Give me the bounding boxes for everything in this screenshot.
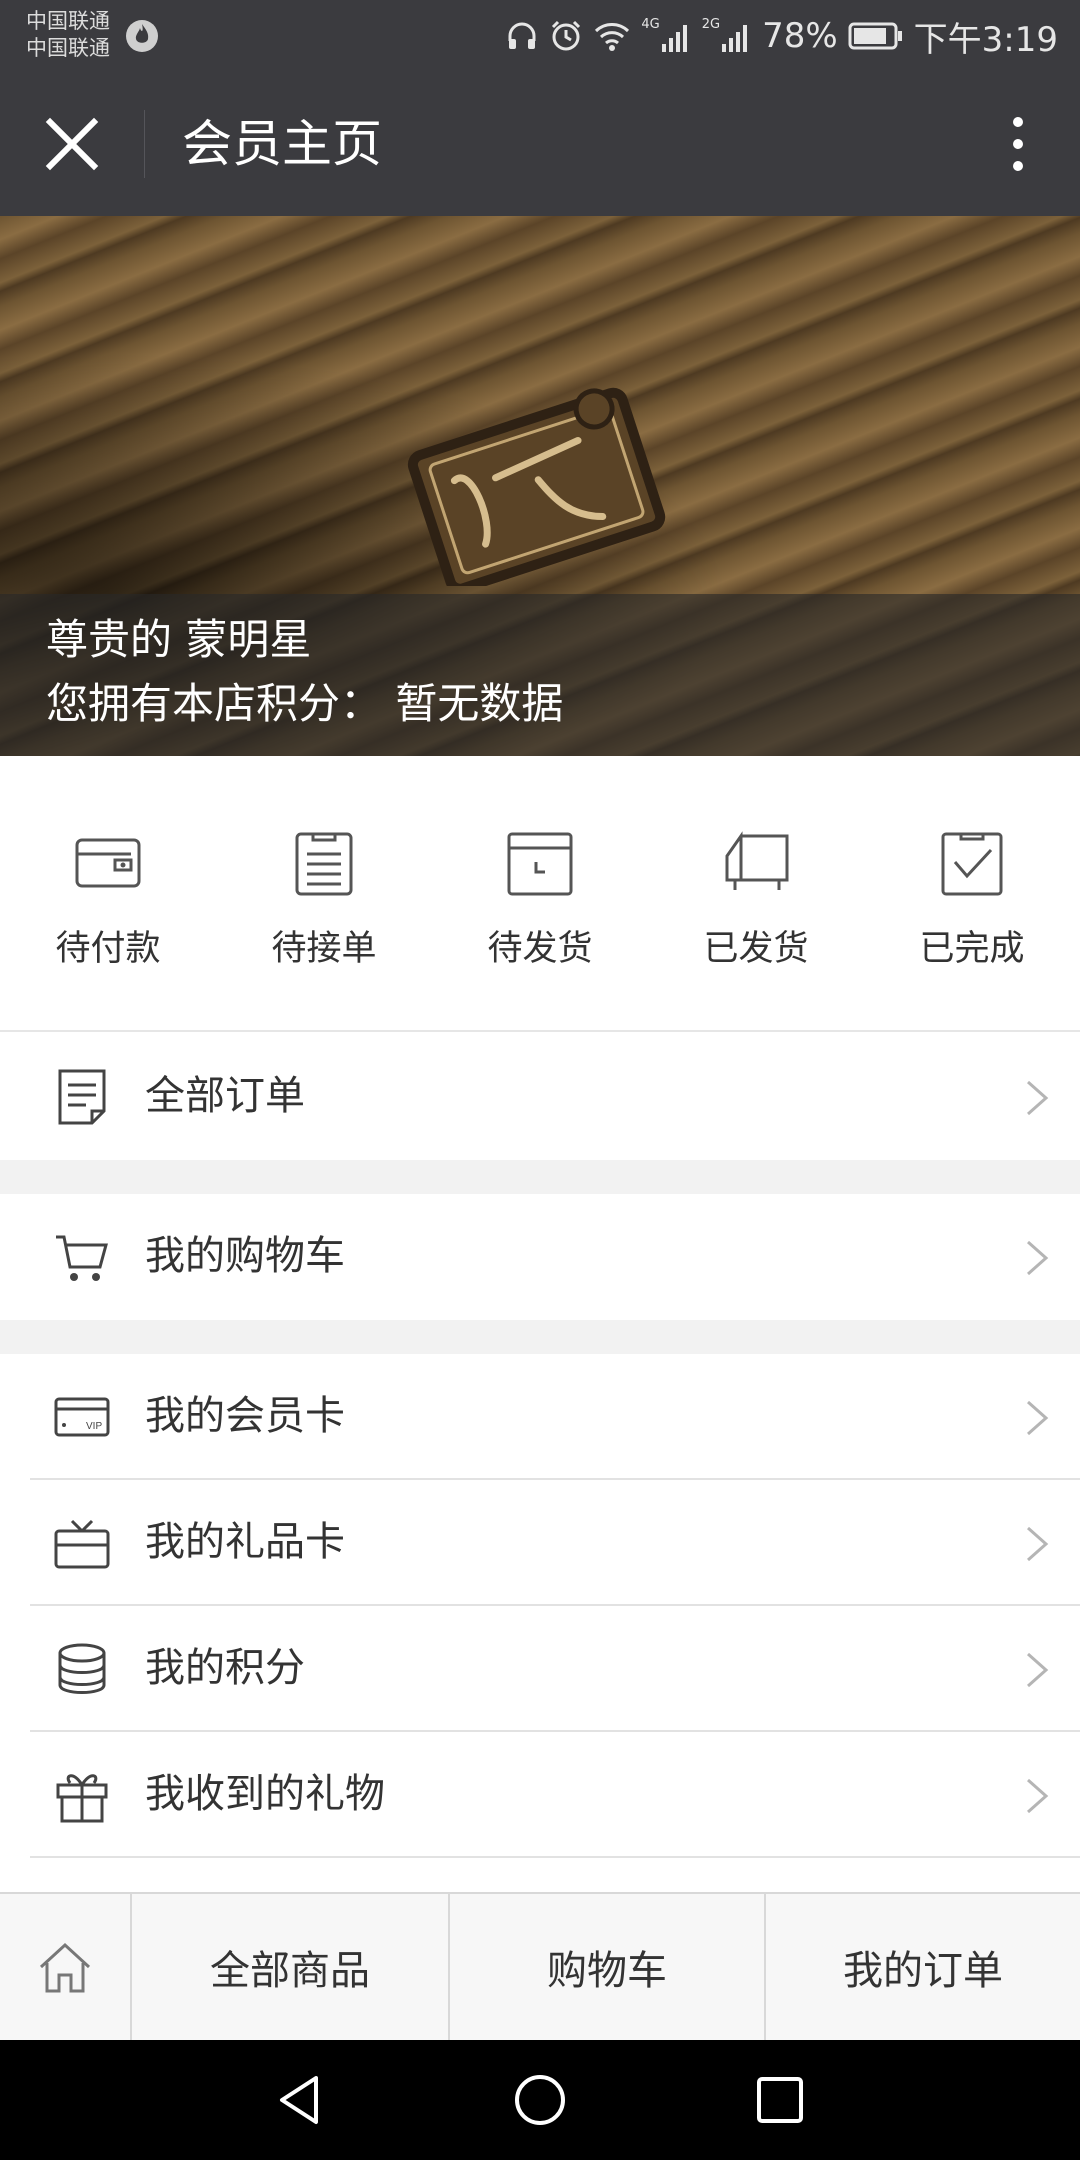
- network-4g-label: 4G: [641, 16, 660, 32]
- menu-received-gifts[interactable]: 我收到的礼物: [0, 1732, 1080, 1858]
- menu-member-card[interactable]: VIP 我的会员卡: [0, 1354, 1080, 1480]
- flame-icon: [126, 20, 158, 52]
- chevron-right-icon: [1027, 1778, 1049, 1814]
- member-points: 您拥有本店积分： 暂无数据: [46, 679, 564, 728]
- cart-icon: [56, 1235, 108, 1281]
- section-gap: [0, 1320, 1080, 1354]
- menu-points[interactable]: 我的积分: [0, 1606, 1080, 1732]
- home-nav-icon[interactable]: [510, 2070, 570, 2130]
- order-status-label: 已发货: [703, 929, 809, 969]
- tab-my-orders[interactable]: 我的订单: [764, 1894, 1080, 2040]
- wifi-icon: [595, 23, 630, 51]
- chevron-right-icon: [1027, 1080, 1049, 1116]
- tab-home[interactable]: [0, 1894, 130, 2040]
- close-icon[interactable]: [40, 112, 104, 176]
- row-divider: [30, 1856, 1080, 1858]
- status-indicators: 4G 2G 78% 下午3:19: [505, 0, 1058, 72]
- more-menu-icon[interactable]: [990, 112, 1046, 176]
- carrier-2: 中国联通: [26, 36, 110, 60]
- coins-icon: [58, 1643, 106, 1694]
- menu-label: 我的礼品卡: [145, 1519, 345, 1565]
- wallet-icon: [75, 838, 141, 888]
- chevron-right-icon: [1027, 1526, 1049, 1562]
- system-nav-bar: [0, 2040, 1080, 2160]
- check-clipboard-icon: [941, 832, 1003, 896]
- order-status-pending-accept[interactable]: 待接单: [244, 826, 404, 971]
- tab-all-products[interactable]: 全部商品: [130, 1894, 448, 2040]
- order-status-row: 待付款 待接单 待发货 已发货 已完成: [0, 756, 1080, 1032]
- vip-card-icon: VIP: [54, 1397, 110, 1437]
- carrier-1: 中国联通: [26, 9, 110, 33]
- gift-icon: [56, 1774, 108, 1823]
- clipboard-icon: [295, 832, 353, 896]
- order-status-label: 已完成: [919, 929, 1025, 969]
- cart-section: 我的购物车: [0, 1194, 1080, 1320]
- headphones-icon: [508, 22, 536, 49]
- order-status-shipped[interactable]: 已发货: [676, 826, 836, 971]
- menu-all-orders[interactable]: 全部订单: [0, 1034, 1080, 1160]
- section-gap: [0, 1160, 1080, 1194]
- tab-cart[interactable]: 购物车: [448, 1894, 764, 2040]
- home-icon: [39, 1942, 91, 1993]
- order-status-label: 待接单: [271, 929, 377, 969]
- gift-card-icon: [54, 1519, 110, 1569]
- chevron-right-icon: [1027, 1652, 1049, 1688]
- status-bar: 中国联通 中国联通 4G 2G 78% 下午3:19: [0, 0, 1080, 72]
- svg-text:VIP: VIP: [86, 1421, 102, 1432]
- chevron-right-icon: [1027, 1400, 1049, 1436]
- menu-label: 我的会员卡: [145, 1393, 345, 1439]
- member-greeting: 尊贵的 蒙明星: [46, 615, 312, 664]
- page-title: 会员主页: [182, 115, 382, 173]
- menu-gift-card[interactable]: 我的礼品卡: [0, 1480, 1080, 1606]
- truck-icon: [725, 831, 789, 890]
- document-icon: [58, 1069, 106, 1125]
- shop-logo-seal: [407, 387, 666, 586]
- alarm-icon: [552, 20, 581, 51]
- clock-time: 下午3:19: [913, 19, 1058, 60]
- bottom-tab-bar: 全部商品 购物车 我的订单: [0, 1892, 1080, 2040]
- menu-label: 我的购物车: [145, 1233, 345, 1279]
- carrier-info: 中国联通 中国联通: [26, 8, 110, 62]
- title-divider: [144, 110, 145, 178]
- back-icon[interactable]: [270, 2070, 330, 2130]
- signal-icon-2: [722, 25, 748, 52]
- order-status-label: 待发货: [487, 929, 593, 969]
- menu-label: 全部订单: [145, 1073, 305, 1119]
- order-status-pending-payment[interactable]: 待付款: [28, 826, 188, 971]
- recents-icon[interactable]: [750, 2070, 810, 2130]
- member-banner: [0, 216, 1080, 756]
- battery-icon: [848, 22, 902, 50]
- title-bar: 会员主页: [0, 72, 1080, 216]
- member-section: VIP 我的会员卡 我的礼品卡 我的积分 我收到的礼物: [0, 1354, 1080, 1858]
- network-2g-label: 2G: [701, 16, 721, 32]
- menu-my-cart[interactable]: 我的购物车: [0, 1194, 1080, 1320]
- order-status-label: 待付款: [55, 929, 161, 969]
- all-orders-section: 全部订单: [0, 1034, 1080, 1160]
- order-status-pending-ship[interactable]: 待发货: [460, 826, 620, 971]
- box-icon: [507, 832, 573, 896]
- order-status-completed[interactable]: 已完成: [892, 826, 1052, 971]
- battery-percent: 78%: [762, 16, 838, 56]
- signal-icon: [661, 25, 687, 52]
- menu-label: 我的积分: [145, 1645, 305, 1691]
- chevron-right-icon: [1027, 1240, 1049, 1276]
- menu-label: 我收到的礼物: [145, 1771, 385, 1817]
